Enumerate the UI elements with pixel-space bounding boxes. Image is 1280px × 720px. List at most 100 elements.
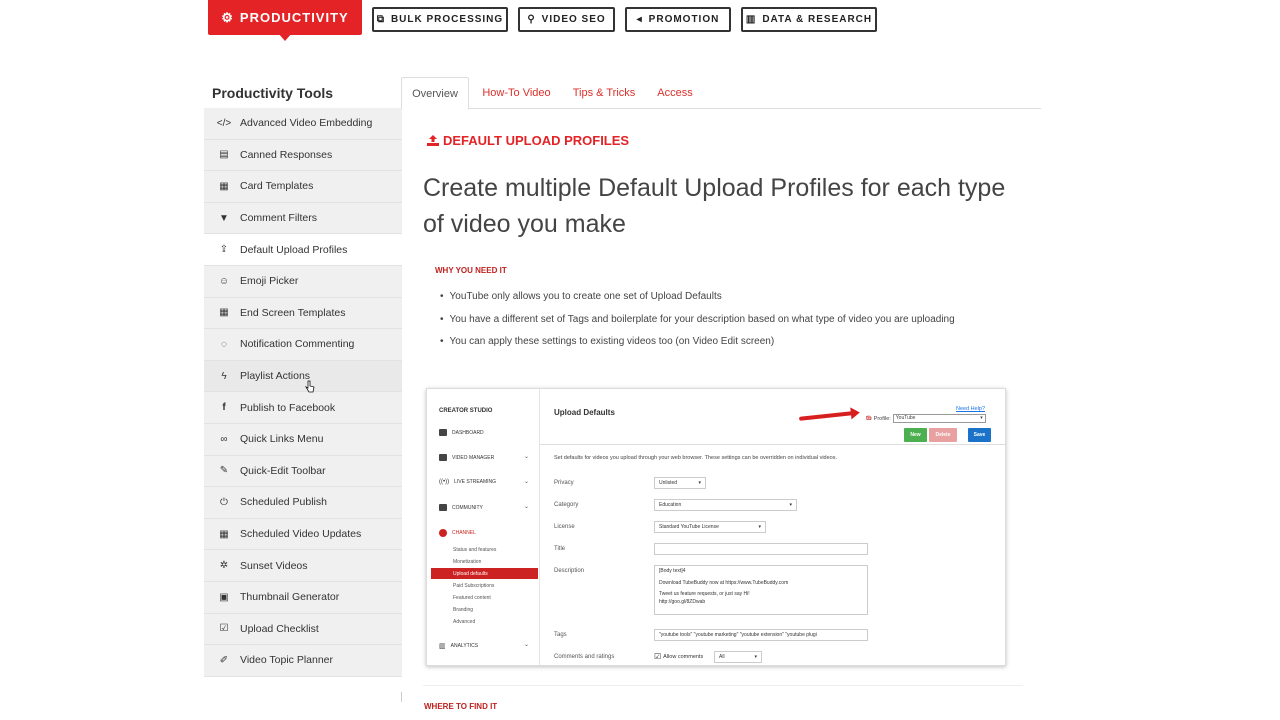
bullet-item: You have a different set of Tags and boi…: [440, 314, 955, 325]
tab-access[interactable]: Access: [653, 77, 697, 109]
video-manager-icon: [439, 454, 447, 461]
sidebar-item-upload-checklist[interactable]: ☑ Upload Checklist: [204, 613, 402, 646]
edit-icon: ✐: [219, 654, 229, 666]
sidebar-item-scheduled-publish[interactable]: ⏻ Scheduled Publish: [204, 487, 402, 519]
nav-community: COMMUNITY: [439, 504, 483, 511]
tags-label: Tags: [554, 632, 567, 638]
upload-defaults-screenshot: CREATOR STUDIO DASHBOARD VIDEO MANAGER ⌄…: [426, 388, 1006, 666]
mouse-cursor-icon: [305, 380, 315, 393]
divider: [540, 444, 1005, 445]
nav-sub-item-upload-defaults: Upload defaults: [431, 568, 538, 579]
spinner-icon: ✲: [219, 560, 229, 572]
category-nav: ⚙ PRODUCTIVITY ⧉ BULK PROCESSING ⚲ VIDEO…: [0, 0, 1280, 50]
dashboard-icon: [439, 429, 447, 436]
profile-selector: tb Profile: YouTube: [866, 414, 986, 423]
privacy-label: Privacy: [554, 480, 574, 486]
bolt-icon: ϟ: [221, 370, 227, 382]
comments-label: Comments and ratings: [554, 654, 615, 660]
smiley-icon: ☺: [218, 275, 230, 287]
sidebar-title: Productivity Tools: [212, 85, 334, 101]
sidebar-item-quick-links-menu[interactable]: ∞ Quick Links Menu: [204, 423, 402, 456]
image-icon: ▣: [219, 591, 229, 603]
category-select: Education: [654, 499, 797, 511]
sidebar-divider: [401, 692, 402, 702]
sidebar-item-advanced-video-embedding[interactable]: </> Advanced Video Embedding: [204, 108, 402, 140]
upload-icon: [427, 135, 439, 146]
sidebar-item-card-templates[interactable]: ▦ Card Templates: [204, 171, 402, 203]
sidebar-item-playlist-actions[interactable]: ϟ Playlist Actions: [204, 360, 402, 393]
grid-icon: ▦: [219, 180, 229, 192]
checkbox-icon: ☑: [654, 652, 662, 661]
nav-channel: CHANNEL: [439, 529, 476, 537]
content-tabs: Overview How-To Video Tips & Tricks Acce…: [401, 77, 1041, 110]
chevron-down-icon: ⌄: [524, 479, 530, 485]
community-icon: [439, 504, 447, 511]
sidebar-item-publish-to-facebook[interactable]: f Publish to Facebook: [204, 392, 402, 424]
sidebar-item-thumbnail-generator[interactable]: ▣ Thumbnail Generator: [204, 581, 402, 614]
checkbox-icon: ☑: [219, 623, 229, 635]
nav-sub-item: Branding: [453, 607, 474, 613]
sidebar-item-default-upload-profiles[interactable]: ⇪ Default Upload Profiles: [204, 234, 402, 266]
section-heading: DEFAULT UPLOAD PROFILES: [427, 133, 629, 148]
sidebar-item-canned-responses[interactable]: ▤ Canned Responses: [204, 139, 402, 172]
live-icon: ((•)): [439, 479, 450, 485]
sidebar-item-emoji-picker[interactable]: ☺ Emoji Picker: [204, 265, 402, 298]
sidebar-item-video-topic-planner[interactable]: ✐ Video Topic Planner: [204, 645, 402, 677]
copy-icon: ⧉: [376, 14, 385, 25]
sidebar-item-notification-commenting[interactable]: ◌ Notification Commenting: [204, 329, 402, 361]
page-headline: Create multiple Default Upload Profiles …: [423, 174, 1006, 238]
nav-sub-item: Paid Subscriptions: [453, 583, 495, 589]
search-icon: ⚲: [527, 14, 536, 25]
tab-tips-tricks[interactable]: Tips & Tricks: [569, 77, 639, 109]
comments-select: All: [714, 651, 762, 663]
chevron-down-icon: ⌄: [524, 504, 530, 510]
nav-sub-item: Status and features: [453, 547, 497, 553]
sidebar-item-scheduled-video-updates[interactable]: ▦ Scheduled Video Updates: [204, 518, 402, 551]
nav-sub-item: Monetization: [453, 559, 482, 565]
bullet-item: You can apply these settings to existing…: [440, 336, 775, 347]
category-label: Category: [554, 502, 579, 508]
save-button: Save: [968, 428, 991, 442]
delete-button: Delete: [929, 428, 957, 442]
nav-sub-item: Featured content: [453, 595, 491, 601]
allow-comments-checkbox: ☑ Allow comments: [654, 652, 704, 661]
gear-icon: ⚙: [221, 9, 234, 25]
title-input: [654, 543, 868, 555]
nav-sub-item: Advanced: [453, 619, 476, 625]
comment-icon: ◌: [221, 338, 227, 350]
filter-icon: ▼: [219, 212, 229, 224]
tubebuddy-logo: tb: [866, 415, 872, 422]
upload-icon: ⇪: [219, 244, 229, 256]
sidebar-item-quick-edit-toolbar[interactable]: ✎ Quick-Edit Toolbar: [204, 455, 402, 488]
privacy-select: Unlisted: [654, 477, 706, 489]
chevron-down-icon: ⌄: [524, 454, 530, 460]
new-button: New: [904, 428, 927, 442]
bullet-item: YouTube only allows you to create one se…: [440, 291, 722, 302]
category-bulk-processing[interactable]: ⧉ BULK PROCESSING: [372, 7, 508, 32]
facebook-icon: f: [222, 402, 226, 414]
creator-studio-nav: CREATOR STUDIO DASHBOARD VIDEO MANAGER ⌄…: [427, 389, 540, 665]
nav-live-streaming: ((•)) LIVE STREAMING: [439, 479, 497, 485]
category-data-research[interactable]: ▥ DATA & RESEARCH: [741, 7, 877, 32]
sidebar-item-comment-filters[interactable]: ▼ Comment Filters: [204, 202, 402, 235]
link-icon: ∞: [220, 433, 228, 445]
category-video-seo[interactable]: ⚲ VIDEO SEO: [518, 7, 615, 32]
license-select: Standard YouTube License: [654, 521, 766, 533]
nav-dashboard: DASHBOARD: [439, 429, 484, 436]
sidebar-item-sunset-videos[interactable]: ✲ Sunset Videos: [204, 550, 402, 582]
license-label: License: [554, 524, 575, 530]
grid-icon: ▦: [219, 307, 229, 319]
bar-chart-icon: ▥: [745, 14, 757, 25]
title-label: Title: [554, 546, 566, 552]
tab-how-to-video[interactable]: How-To Video: [479, 77, 554, 109]
power-icon: ⏻: [220, 496, 228, 508]
description-label: Description: [554, 568, 585, 574]
tab-overview[interactable]: Overview: [401, 77, 469, 110]
category-promotion[interactable]: ◂ PROMOTION: [625, 7, 731, 32]
category-productivity[interactable]: ⚙ PRODUCTIVITY: [208, 0, 362, 41]
description-textarea: [Body text]4 Download TubeBuddy now at h…: [654, 565, 868, 615]
defaults-description: Set defaults for videos you upload throu…: [554, 455, 838, 461]
pencil-icon: ✎: [219, 465, 229, 477]
sidebar-item-end-screen-templates[interactable]: ▦ End Screen Templates: [204, 297, 402, 330]
chevron-down-icon: ⌄: [524, 642, 530, 648]
